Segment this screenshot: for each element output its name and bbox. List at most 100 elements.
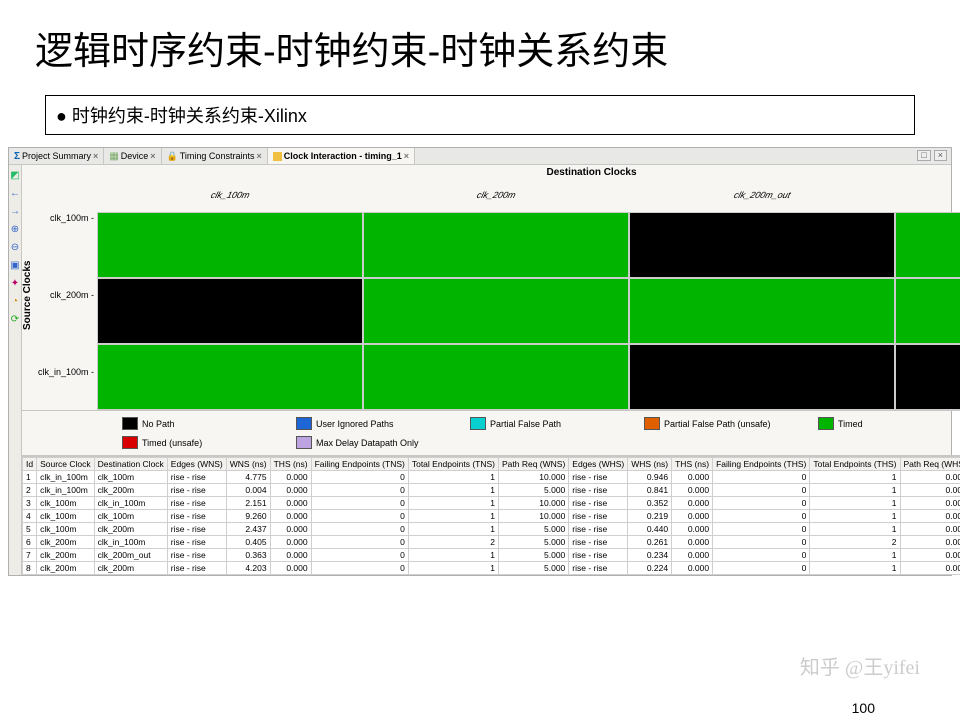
- close-icon[interactable]: ×: [934, 150, 947, 161]
- col-header[interactable]: Id: [23, 458, 37, 471]
- cell: clk_200m: [94, 562, 167, 575]
- cell: 1: [810, 562, 900, 575]
- matrix-cell[interactable]: [895, 344, 960, 410]
- cell: 0: [713, 523, 810, 536]
- col-header[interactable]: Source Clock: [37, 458, 95, 471]
- legend-label: Timed: [838, 419, 863, 429]
- cell: 9.260: [226, 510, 270, 523]
- cell: 0.000: [270, 549, 311, 562]
- cell: 0.000: [900, 562, 960, 575]
- matrix-cell[interactable]: [363, 344, 629, 410]
- col-header[interactable]: Path Req (WNS): [499, 458, 569, 471]
- matrix-cell[interactable]: [363, 278, 629, 344]
- cell: 0.004: [226, 484, 270, 497]
- legend-item: User Ignored Paths: [296, 417, 446, 430]
- refresh-icon[interactable]: ⟳: [9, 313, 21, 325]
- x-tick: clk_in_100m: [888, 190, 960, 222]
- cell: 0.000: [270, 497, 311, 510]
- restore-icon[interactable]: □: [917, 150, 930, 161]
- cell: 0: [713, 497, 810, 510]
- legend-label: Partial False Path (unsafe): [664, 419, 771, 429]
- settings-icon[interactable]: ✦: [9, 277, 21, 289]
- tab-close-icon[interactable]: ×: [256, 151, 261, 161]
- cell: rise - rise: [167, 497, 226, 510]
- cell: 0.000: [270, 510, 311, 523]
- col-header[interactable]: Total Endpoints (THS): [810, 458, 900, 471]
- tab-2[interactable]: Timing Constraints×: [162, 148, 268, 164]
- table-row[interactable]: 2clk_in_100mclk_200mrise - rise0.0040.00…: [23, 484, 960, 497]
- arrow-right-icon[interactable]: →: [9, 205, 21, 217]
- tab-3[interactable]: Clock Interaction - timing_1×: [268, 148, 415, 164]
- col-header[interactable]: Failing Endpoints (TNS): [311, 458, 408, 471]
- sigma-icon: [14, 151, 20, 162]
- cell: rise - rise: [167, 471, 226, 484]
- cell: 0: [713, 536, 810, 549]
- toolbar-sidebar: ◩ ← → ⊕ ⊖ ▣ ✦ ◔ ⟳: [9, 165, 22, 575]
- matrix-cell[interactable]: [629, 344, 895, 410]
- matrix-cell[interactable]: [895, 278, 960, 344]
- timing-table[interactable]: IdSource ClockDestination ClockEdges (WN…: [22, 457, 960, 575]
- col-header[interactable]: Path Req (WHS): [900, 458, 960, 471]
- cell: 0.000: [900, 510, 960, 523]
- legend-swatch: [122, 436, 138, 449]
- table-row[interactable]: 5clk_100mclk_200mrise - rise2.4370.00001…: [23, 523, 960, 536]
- tab-0[interactable]: Project Summary×: [9, 148, 104, 164]
- tab-close-icon[interactable]: ×: [93, 151, 98, 161]
- matrix-cell[interactable]: [97, 344, 363, 410]
- col-header[interactable]: Edges (WHS): [569, 458, 628, 471]
- table-row[interactable]: 6clk_200mclk_in_100mrise - rise0.4050.00…: [23, 536, 960, 549]
- arrow-left-icon[interactable]: ←: [9, 187, 21, 199]
- cell: 10.000: [499, 510, 569, 523]
- cell: 0.000: [672, 562, 713, 575]
- cell: 0.261: [628, 536, 672, 549]
- legend-item: Partial False Path (unsafe): [644, 417, 794, 430]
- table-row[interactable]: 7clk_200mclk_200m_outrise - rise0.3630.0…: [23, 549, 960, 562]
- table-row[interactable]: 4clk_100mclk_100mrise - rise9.2600.00001…: [23, 510, 960, 523]
- col-header[interactable]: Edges (WNS): [167, 458, 226, 471]
- cell: 10.000: [499, 497, 569, 510]
- cell: 0.234: [628, 549, 672, 562]
- legend-swatch: [296, 417, 312, 430]
- zoom-fit-icon[interactable]: ▣: [9, 259, 21, 271]
- cell: clk_200m: [94, 523, 167, 536]
- table-row[interactable]: 1clk_in_100mclk_100mrise - rise4.7750.00…: [23, 471, 960, 484]
- cell: clk_in_100m: [37, 484, 95, 497]
- col-header[interactable]: Destination Clock: [94, 458, 167, 471]
- cell: 1: [810, 471, 900, 484]
- tab-close-icon[interactable]: ×: [404, 151, 409, 161]
- matrix-cell[interactable]: [97, 278, 363, 344]
- cell: rise - rise: [569, 510, 628, 523]
- zoom-out-icon[interactable]: ⊖: [9, 241, 21, 253]
- cell: 0.000: [900, 523, 960, 536]
- cell: 4.775: [226, 471, 270, 484]
- tab-close-icon[interactable]: ×: [150, 151, 155, 161]
- tool-select-icon[interactable]: ◩: [9, 169, 21, 181]
- table-row[interactable]: 3clk_100mclk_in_100mrise - rise2.1510.00…: [23, 497, 960, 510]
- cell: 0.224: [628, 562, 672, 575]
- matrix-cell[interactable]: [629, 278, 895, 344]
- zoom-in-icon[interactable]: ⊕: [9, 223, 21, 235]
- clock-icon[interactable]: ◔: [9, 295, 21, 307]
- cell: 1: [408, 562, 498, 575]
- col-header[interactable]: THS (ns): [672, 458, 713, 471]
- cell: 0: [311, 549, 408, 562]
- cell: clk_200m: [37, 562, 95, 575]
- cell: rise - rise: [569, 536, 628, 549]
- cell: rise - rise: [167, 562, 226, 575]
- clock-interaction-matrix[interactable]: [97, 212, 960, 410]
- cell: 1: [408, 523, 498, 536]
- y-axis-label: Source Clocks: [22, 180, 36, 410]
- legend-label: Partial False Path: [490, 419, 561, 429]
- col-header[interactable]: Failing Endpoints (THS): [713, 458, 810, 471]
- cell: clk_in_100m: [94, 497, 167, 510]
- cell: 1: [23, 471, 37, 484]
- cell: rise - rise: [569, 523, 628, 536]
- tab-1[interactable]: Device×: [104, 148, 161, 164]
- table-row[interactable]: 8clk_200mclk_200mrise - rise4.2030.00001…: [23, 562, 960, 575]
- col-header[interactable]: Total Endpoints (TNS): [408, 458, 498, 471]
- cell: 4.203: [226, 562, 270, 575]
- col-header[interactable]: WHS (ns): [628, 458, 672, 471]
- col-header[interactable]: WNS (ns): [226, 458, 270, 471]
- col-header[interactable]: THS (ns): [270, 458, 311, 471]
- cell: 5.000: [499, 484, 569, 497]
